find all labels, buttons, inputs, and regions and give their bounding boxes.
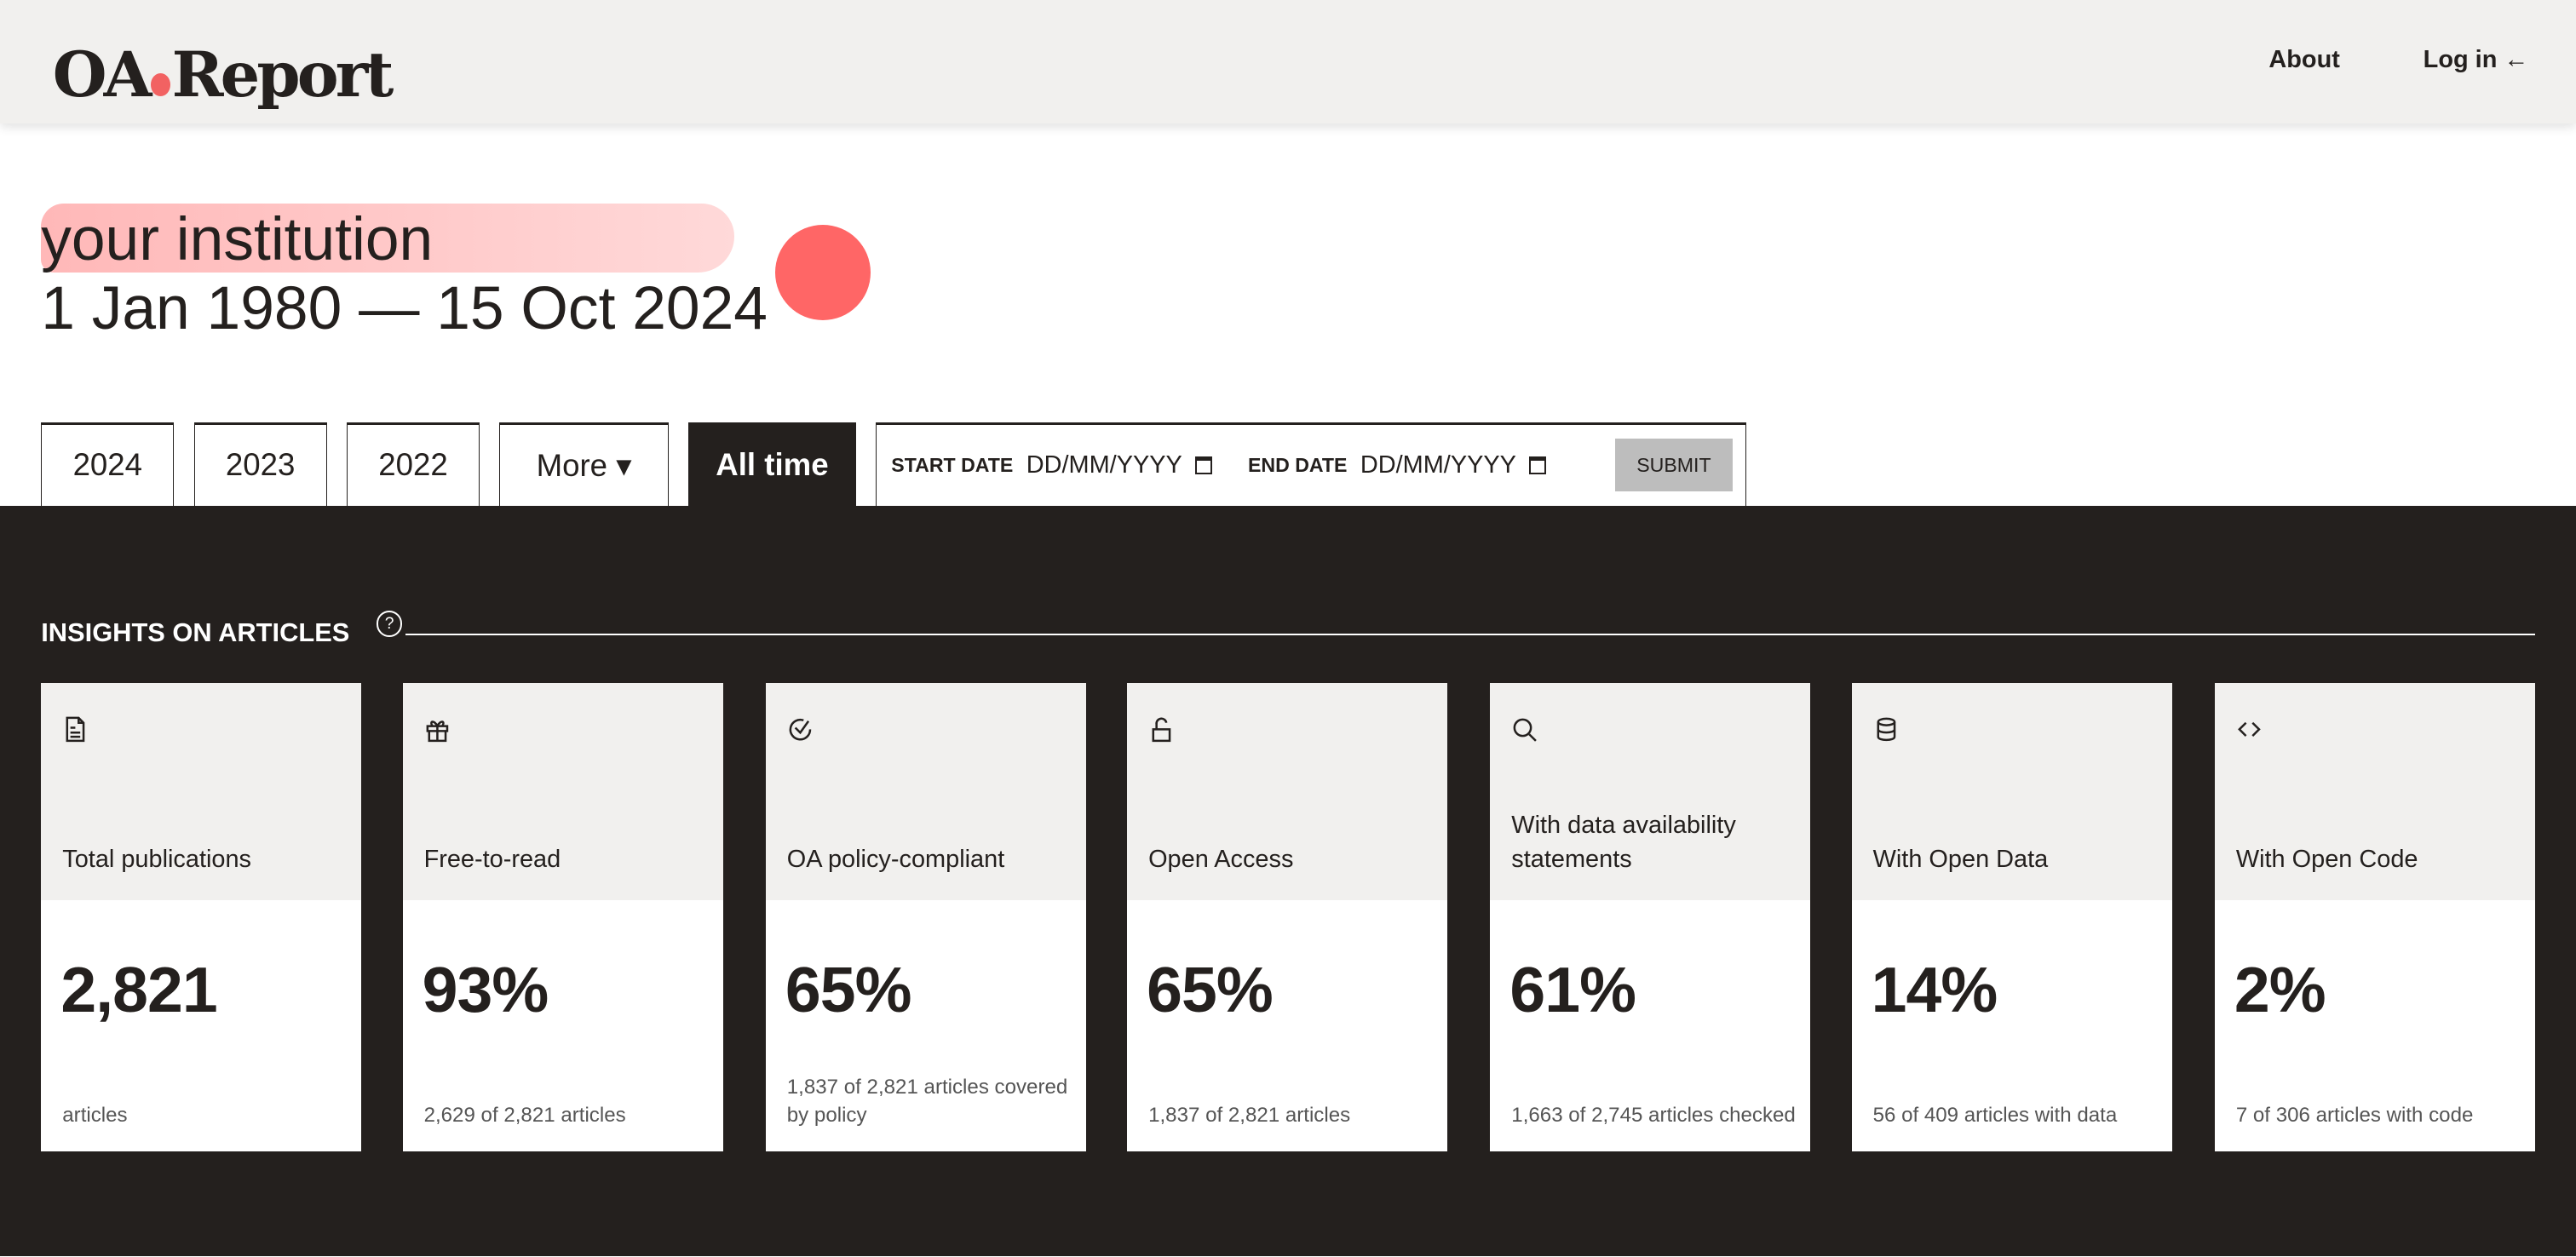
calendar-icon[interactable] bbox=[1195, 456, 1212, 474]
card-value: 2% bbox=[2234, 953, 2326, 1025]
logo[interactable]: OA Report bbox=[53, 36, 394, 115]
card-label: OA policy-compliant bbox=[786, 846, 1005, 874]
unlock-icon bbox=[1152, 717, 1171, 743]
accent-circle bbox=[775, 225, 871, 321]
card-subtext: 1,837 of 2,821 articles bbox=[1148, 1104, 1351, 1128]
card-value: 65% bbox=[785, 953, 912, 1025]
divider bbox=[405, 634, 2535, 636]
insight-card[interactable]: With data availability statements 61% 1,… bbox=[1490, 683, 1811, 1151]
card-subtext: 1,837 of 2,821 articles covered by polic… bbox=[786, 1076, 1068, 1128]
insights-title: INSIGHTS ON ARTICLES bbox=[41, 617, 350, 648]
card-subtext: articles bbox=[62, 1104, 128, 1128]
insight-card[interactable]: OA policy-compliant 65% 1,837 of 2,821 a… bbox=[765, 683, 1086, 1151]
document-icon bbox=[66, 716, 85, 743]
institution-name: your institution bbox=[41, 205, 434, 274]
start-date-label: START DATE bbox=[891, 453, 1014, 476]
card-value: 2,821 bbox=[60, 953, 217, 1025]
insight-card[interactable]: Total publications 2,821 articles bbox=[41, 683, 362, 1151]
tab-more-dropdown[interactable]: More ▾ bbox=[499, 422, 669, 506]
card-header: With Open Data bbox=[1851, 683, 2172, 900]
tab-2022[interactable]: 2022 bbox=[346, 422, 480, 506]
date-range: 1 Jan 1980 — 15 Oct 2024 bbox=[41, 274, 768, 343]
card-value: 65% bbox=[1147, 953, 1274, 1025]
card-value: 61% bbox=[1509, 953, 1636, 1025]
card-subtext: 56 of 409 articles with data bbox=[1872, 1104, 2118, 1128]
logo-dot bbox=[150, 73, 170, 97]
card-label: With Open Data bbox=[1872, 846, 2049, 874]
insight-card[interactable]: Open Access 65% 1,837 of 2,821 articles bbox=[1127, 683, 1448, 1151]
insight-card[interactable]: With Open Data 14% 56 of 409 articles wi… bbox=[1851, 683, 2172, 1151]
tab-2023[interactable]: 2023 bbox=[193, 422, 327, 506]
card-value: 14% bbox=[1871, 953, 1998, 1025]
card-label: With Open Code bbox=[2235, 846, 2418, 874]
card-value: 93% bbox=[422, 953, 549, 1025]
card-header: Free-to-read bbox=[402, 683, 723, 900]
about-link[interactable]: About bbox=[2268, 46, 2339, 74]
card-header: OA policy-compliant bbox=[765, 683, 1086, 900]
insight-card[interactable]: Free-to-read 93% 2,629 of 2,821 articles bbox=[402, 683, 723, 1151]
card-subtext: 1,663 of 2,745 articles checked bbox=[1511, 1104, 1796, 1128]
calendar-icon[interactable] bbox=[1529, 456, 1546, 474]
tab-2024[interactable]: 2024 bbox=[41, 422, 175, 506]
check-circle-icon bbox=[789, 718, 812, 741]
login-link[interactable]: Log in ← bbox=[2424, 46, 2529, 74]
database-icon bbox=[1877, 717, 1895, 741]
site-header: OA Report About Log in ← bbox=[0, 0, 2576, 123]
card-header: Open Access bbox=[1127, 683, 1448, 900]
card-label: With data availability statements bbox=[1511, 811, 1736, 874]
search-icon bbox=[1513, 718, 1538, 742]
card-header: Total publications bbox=[41, 683, 362, 900]
date-range-form: START DATE DD/MM/YYYY END DATE DD/MM/YYY… bbox=[875, 422, 1747, 506]
card-label: Open Access bbox=[1148, 846, 1294, 874]
end-date-label: END DATE bbox=[1247, 453, 1348, 476]
card-header: With data availability statements bbox=[1490, 683, 1811, 900]
code-icon bbox=[2237, 721, 2261, 737]
card-header: With Open Code bbox=[2214, 683, 2535, 900]
submit-button[interactable]: SUBMIT bbox=[1615, 439, 1733, 492]
card-subtext: 2,629 of 2,821 articles bbox=[423, 1104, 626, 1128]
insight-card[interactable]: With Open Code 2% 7 of 306 articles with… bbox=[2214, 683, 2535, 1151]
end-date-input[interactable]: DD/MM/YYYY bbox=[1360, 451, 1516, 479]
card-label: Total publications bbox=[62, 846, 252, 874]
card-subtext: 7 of 306 articles with code bbox=[2235, 1104, 2474, 1128]
tab-all-time[interactable]: All time bbox=[688, 422, 856, 506]
gift-icon bbox=[426, 720, 448, 743]
start-date-input[interactable]: DD/MM/YYYY bbox=[1026, 451, 1182, 479]
card-label: Free-to-read bbox=[423, 846, 561, 874]
